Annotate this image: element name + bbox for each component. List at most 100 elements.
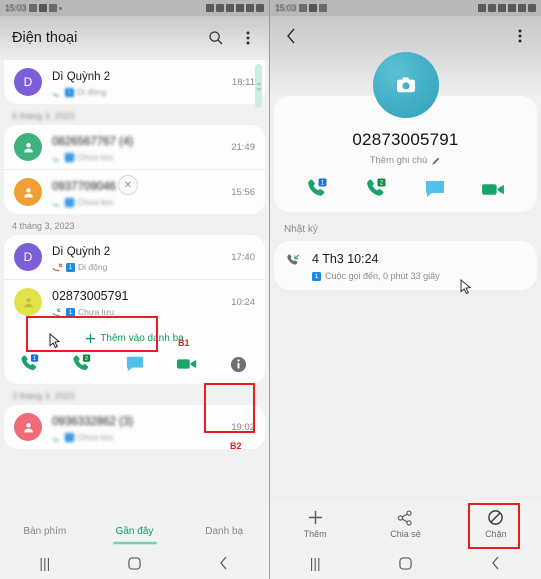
incoming-call-icon: [52, 202, 60, 206]
call-log-entry[interactable]: 4 Th3 10:24 1 Cuộc gọi đến, 0 phút 33 gi…: [274, 241, 537, 290]
facebook-notification-icon: [39, 4, 48, 12]
tab-label: Danh bạ: [205, 525, 244, 537]
signal-sim1-icon: [508, 4, 516, 12]
home-icon[interactable]: [360, 556, 450, 570]
row-content: Dì Quỳnh 2 1 Di động: [52, 67, 226, 97]
call-sim1-icon[interactable]: 1: [4, 354, 56, 374]
incoming-call-icon: [52, 437, 60, 441]
sim-badge: 1: [66, 307, 75, 317]
status-bar-system-icons: [206, 4, 264, 12]
signal-sim1-icon: [236, 4, 244, 12]
signal-sim2-icon: [518, 4, 526, 12]
signal-sim2-icon: [246, 4, 254, 12]
svg-text:1: 1: [321, 180, 325, 187]
alarm-icon: [206, 4, 214, 12]
call-log-description: Cuộc gọi đến, 0 phút 33 giây: [325, 271, 440, 281]
back-icon[interactable]: [179, 556, 269, 570]
home-icon[interactable]: [90, 556, 180, 570]
dismiss-icon[interactable]: ✕: [118, 175, 138, 195]
avatar: [14, 413, 42, 441]
share-button-label: Chia sẻ: [390, 528, 421, 539]
add-note-button[interactable]: Thêm ghi chú: [274, 155, 537, 166]
alarm-icon: [478, 4, 486, 12]
app-bar-actions: [207, 29, 257, 47]
tab-danh-ba[interactable]: Danh bạ: [179, 526, 269, 537]
block-button-label: Chặn: [485, 529, 507, 539]
message-icon[interactable]: [406, 178, 465, 200]
add-button[interactable]: Thêm: [270, 509, 360, 539]
call-sim2-icon[interactable]: 2: [347, 178, 406, 200]
tab-gan-day[interactable]: Gần đây: [90, 526, 180, 544]
annotation-label-b2: B2: [230, 441, 242, 451]
row-content: 0937709046 1 Chưa lưu: [52, 177, 225, 207]
download-notification-icon: [49, 4, 58, 12]
scrollbar[interactable]: [255, 64, 262, 108]
contact-name: Dì Quỳnh 2: [52, 71, 111, 83]
status-bar: 15:03: [270, 0, 541, 16]
contact-card: 02873005791 Thêm ghi chú 1 2: [274, 52, 537, 212]
status-bar-system-icons: [478, 4, 536, 12]
add-to-contacts-button[interactable]: Thêm vào danh bạ: [4, 326, 265, 350]
block-button[interactable]: Chặn: [451, 509, 541, 539]
recents-icon[interactable]: |||: [270, 555, 360, 571]
avatar-letter: D: [23, 250, 33, 264]
call-type: Chưa lưu: [77, 197, 113, 207]
incoming-call-icon: [286, 250, 306, 272]
incoming-call-icon: [52, 308, 61, 317]
call-type: Chưa lưu: [78, 307, 114, 317]
status-bar-notification-icons: [29, 4, 63, 12]
plus-icon: [308, 510, 322, 525]
camera-icon[interactable]: [372, 52, 439, 118]
overflow-menu-icon[interactable]: [511, 27, 529, 45]
overflow-menu-icon[interactable]: [239, 29, 257, 47]
info-icon[interactable]: [213, 356, 265, 373]
call-log-card-0: D Dì Quỳnh 2 1 Di động 18:11: [4, 60, 265, 108]
table-row[interactable]: 0936332862 (3) 1 Chưa lưu 19:02: [4, 405, 265, 449]
contact-detail-body: 02873005791 Thêm ghi chú 1 2 Nhật ký 4 T…: [270, 16, 541, 515]
back-icon[interactable]: [451, 556, 541, 570]
call-log-list[interactable]: D Dì Quỳnh 2 1 Di động 18:11 6 tháng 3, …: [0, 60, 269, 515]
table-row[interactable]: D Dì Quỳnh 2 1 Di động 17:40: [4, 235, 265, 279]
video-call-icon[interactable]: [464, 178, 523, 200]
svg-text:2: 2: [379, 180, 383, 187]
status-bar-time: 15:03: [275, 3, 297, 13]
recents-icon[interactable]: |||: [0, 555, 90, 571]
sim-badge: 1: [65, 432, 74, 442]
call-time: 18:11: [231, 76, 255, 88]
status-bar: 15:03: [0, 0, 269, 16]
scroll-up-arrow-icon: [255, 81, 262, 85]
video-call-icon[interactable]: [161, 356, 213, 372]
call-sim2-icon[interactable]: 2: [56, 354, 108, 374]
row-subtitle: 1 Di động: [52, 87, 226, 97]
avatar: D: [14, 243, 42, 271]
bottom-action-bar: Thêm Chia sẻ Chặn: [270, 501, 541, 547]
facebook-notification-icon: [309, 4, 318, 12]
share-button[interactable]: Chia sẻ: [360, 509, 450, 539]
contact-name: Dì Quỳnh 2: [52, 246, 111, 258]
missed-call-icon: [52, 263, 63, 272]
call-sim1-icon[interactable]: 1: [288, 178, 347, 200]
message-icon[interactable]: [108, 355, 160, 373]
dual-screenshot: 15:03 Điện thoại D Dì Quỳnh 2 1 Di động …: [0, 0, 541, 579]
back-chevron-icon[interactable]: [282, 27, 300, 45]
missed-call-icon: [52, 157, 60, 161]
tab-ban-phim[interactable]: Bàn phím: [0, 526, 90, 537]
call-time: 19:02: [231, 421, 255, 433]
status-bar-notification-icons: [299, 4, 328, 12]
page-title: Điện thoại: [12, 30, 78, 46]
plus-icon: [86, 333, 96, 344]
table-row-selected[interactable]: 02873005791 1 Chưa lưu 10:24: [4, 279, 265, 326]
app-bar: Điện thoại: [0, 16, 269, 60]
table-row[interactable]: D Dì Quỳnh 2 1 Di động 18:11: [4, 60, 265, 104]
quick-action-strip: 1 2: [4, 350, 265, 384]
download-notification-icon: [319, 4, 328, 12]
contact-name: 0826567767 (4): [52, 136, 134, 148]
scroll-down-arrow-icon: [255, 87, 262, 91]
table-row[interactable]: 0826567767 (4) 1 Chưa lưu 21:49: [4, 125, 265, 169]
log-section-label: Nhật ký: [284, 224, 318, 235]
search-icon[interactable]: [207, 29, 225, 47]
wifi-icon: [498, 4, 506, 12]
person-icon: [23, 187, 33, 197]
row-subtitle: 1 Chưa lưu: [52, 197, 225, 207]
block-icon: [488, 510, 504, 525]
